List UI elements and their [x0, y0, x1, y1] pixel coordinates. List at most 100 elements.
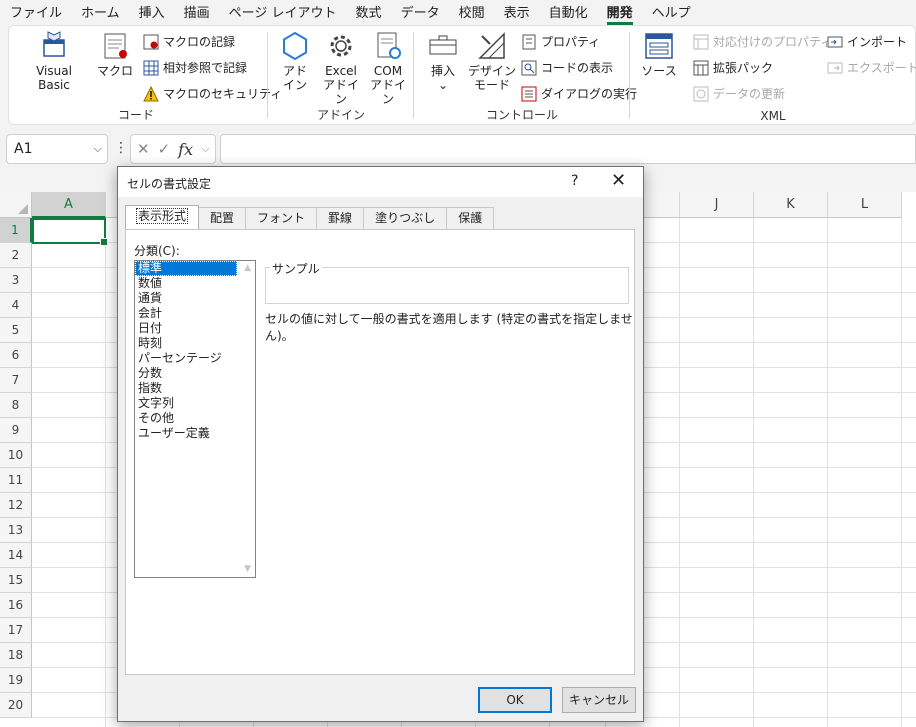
tab-insert[interactable]: 挿入 [139, 2, 165, 21]
tab-review[interactable]: 校閲 [459, 2, 485, 21]
row-header[interactable]: 14 [0, 543, 32, 568]
tab-protection[interactable]: 保護 [446, 207, 495, 229]
map-properties-button[interactable]: 対応付けのプロパティ [693, 33, 832, 50]
record-macro-icon [143, 34, 159, 49]
tab-data[interactable]: データ [401, 2, 440, 21]
xml-export-button[interactable]: エクスポート [827, 59, 916, 76]
tab-help[interactable]: ヘルプ [652, 2, 691, 21]
tab-fill[interactable]: 塗りつぶし [363, 207, 448, 229]
group-separator [267, 32, 268, 118]
row-header[interactable]: 5 [0, 318, 32, 343]
row-header[interactable]: 9 [0, 418, 32, 443]
formula-input[interactable] [220, 134, 916, 164]
list-item[interactable]: 標準 [135, 261, 237, 276]
row-header[interactable]: 13 [0, 518, 32, 543]
design-mode-button[interactable]: デザイン モード [467, 30, 517, 92]
row-header[interactable]: 12 [0, 493, 32, 518]
insert-control-button[interactable]: 挿入 ⌄ [425, 30, 461, 92]
row-header[interactable]: 15 [0, 568, 32, 593]
row-header[interactable]: 1 [0, 218, 32, 243]
enter-icon[interactable]: ✓ [158, 140, 171, 158]
tab-formulas[interactable]: 数式 [356, 2, 382, 21]
insert-function-button[interactable]: fx [178, 140, 193, 159]
list-item[interactable]: その他 [135, 411, 237, 426]
chevron-down-icon[interactable]: ⌵ [201, 142, 209, 156]
scroll-down-icon[interactable]: ▼ [244, 564, 251, 574]
addins-button[interactable]: アド イン [277, 30, 313, 92]
list-item[interactable]: 文字列 [135, 396, 237, 411]
tab-number-format[interactable]: 表示形式 [125, 205, 200, 229]
help-button[interactable]: ? [571, 173, 578, 189]
row-header[interactable]: 17 [0, 618, 32, 643]
column-header[interactable]: K [754, 192, 828, 218]
map-properties-icon [693, 34, 709, 49]
tab-view[interactable]: 表示 [504, 2, 530, 21]
row-header[interactable]: 6 [0, 343, 32, 368]
run-dialog-icon [521, 86, 537, 101]
list-item[interactable]: 分数 [135, 366, 237, 381]
row-header[interactable]: 20 [0, 693, 32, 718]
macro-security-button[interactable]: マクロのセキュリティ [143, 85, 282, 102]
cancel-icon[interactable]: ✕ [137, 140, 150, 158]
chevron-down-icon[interactable]: ⌵ [94, 142, 102, 156]
row-header[interactable]: 11 [0, 468, 32, 493]
tab-page-layout[interactable]: ページ レイアウト [229, 2, 337, 21]
list-item[interactable]: パーセンテージ [135, 351, 237, 366]
tab-home[interactable]: ホーム [81, 2, 120, 21]
tab-automate[interactable]: 自動化 [549, 2, 588, 21]
view-code-button[interactable]: コードの表示 [521, 59, 613, 76]
list-item[interactable]: ユーザー定義 [135, 426, 237, 441]
tab-file[interactable]: ファイル [10, 2, 62, 21]
tab-draw[interactable]: 描画 [184, 2, 210, 21]
close-icon[interactable]: ✕ [611, 170, 626, 191]
list-item[interactable]: 数値 [135, 276, 237, 291]
name-box[interactable]: A1 ⌵ [6, 134, 108, 164]
row-header[interactable]: 19 [0, 668, 32, 693]
category-list[interactable]: 標準 数値 通貨 会計 日付 時刻 パーセンテージ 分数 指数 文字列 その他 … [134, 260, 256, 578]
ok-button[interactable]: OK [478, 687, 552, 713]
ribbon-tab-bar: ファイル ホーム 挿入 描画 ページ レイアウト 数式 データ 校閲 表示 自動… [0, 0, 916, 25]
list-item[interactable]: 会計 [135, 306, 237, 321]
row-header[interactable]: 18 [0, 643, 32, 668]
row-header[interactable]: 16 [0, 593, 32, 618]
active-cell[interactable] [32, 218, 108, 246]
list-item[interactable]: 日付 [135, 321, 237, 336]
dialog-title-bar: セルの書式設定 ? ✕ [118, 167, 643, 197]
record-macro-button[interactable]: マクロの記録 [143, 33, 235, 50]
xml-source-button[interactable]: ソース [639, 30, 679, 78]
excel-addins-button[interactable]: Excel アドイン [321, 30, 361, 106]
tab-border[interactable]: 罫線 [316, 207, 365, 229]
tab-font[interactable]: フォント [245, 207, 318, 229]
row-header[interactable]: 3 [0, 268, 32, 293]
tab-alignment[interactable]: 配置 [198, 207, 247, 229]
list-item[interactable]: 時刻 [135, 336, 237, 351]
com-addins-button[interactable]: COM アドイン [367, 30, 409, 106]
row-header[interactable]: 10 [0, 443, 32, 468]
column-header[interactable]: A [32, 192, 106, 218]
macro-button[interactable]: マクロ [95, 30, 135, 78]
more-options-icon[interactable]: ⋮ [114, 140, 128, 156]
relative-reference-button[interactable]: 相対参照で記録 [143, 59, 247, 76]
visual-basic-button[interactable]: Visual Basic [19, 30, 89, 92]
column-header[interactable]: L [828, 192, 902, 218]
refresh-data-button[interactable]: データの更新 [693, 85, 785, 102]
row-header[interactable]: 4 [0, 293, 32, 318]
list-item[interactable]: 指数 [135, 381, 237, 396]
tab-developer[interactable]: 開発 [606, 2, 633, 25]
run-dialog-button[interactable]: ダイアログの実行 [521, 85, 637, 102]
gridline [753, 218, 754, 727]
expansion-packs-icon [693, 60, 709, 75]
expansion-packs-button[interactable]: 拡張パック [693, 59, 773, 76]
scroll-up-icon[interactable]: ▲ [244, 263, 251, 273]
row-header[interactable]: 2 [0, 243, 32, 268]
properties-button[interactable]: プロパティ [521, 33, 600, 50]
select-all-button[interactable] [0, 192, 32, 218]
dialog-tabs: 表示形式 配置 フォント 罫線 塗りつぶし 保護 [125, 205, 495, 229]
toolbox-icon [429, 35, 457, 55]
list-item[interactable]: 通貨 [135, 291, 237, 306]
row-header[interactable]: 8 [0, 393, 32, 418]
xml-import-button[interactable]: インポート [827, 33, 907, 50]
column-header[interactable]: J [680, 192, 754, 218]
cancel-button[interactable]: キャンセル [562, 687, 636, 713]
row-header[interactable]: 7 [0, 368, 32, 393]
